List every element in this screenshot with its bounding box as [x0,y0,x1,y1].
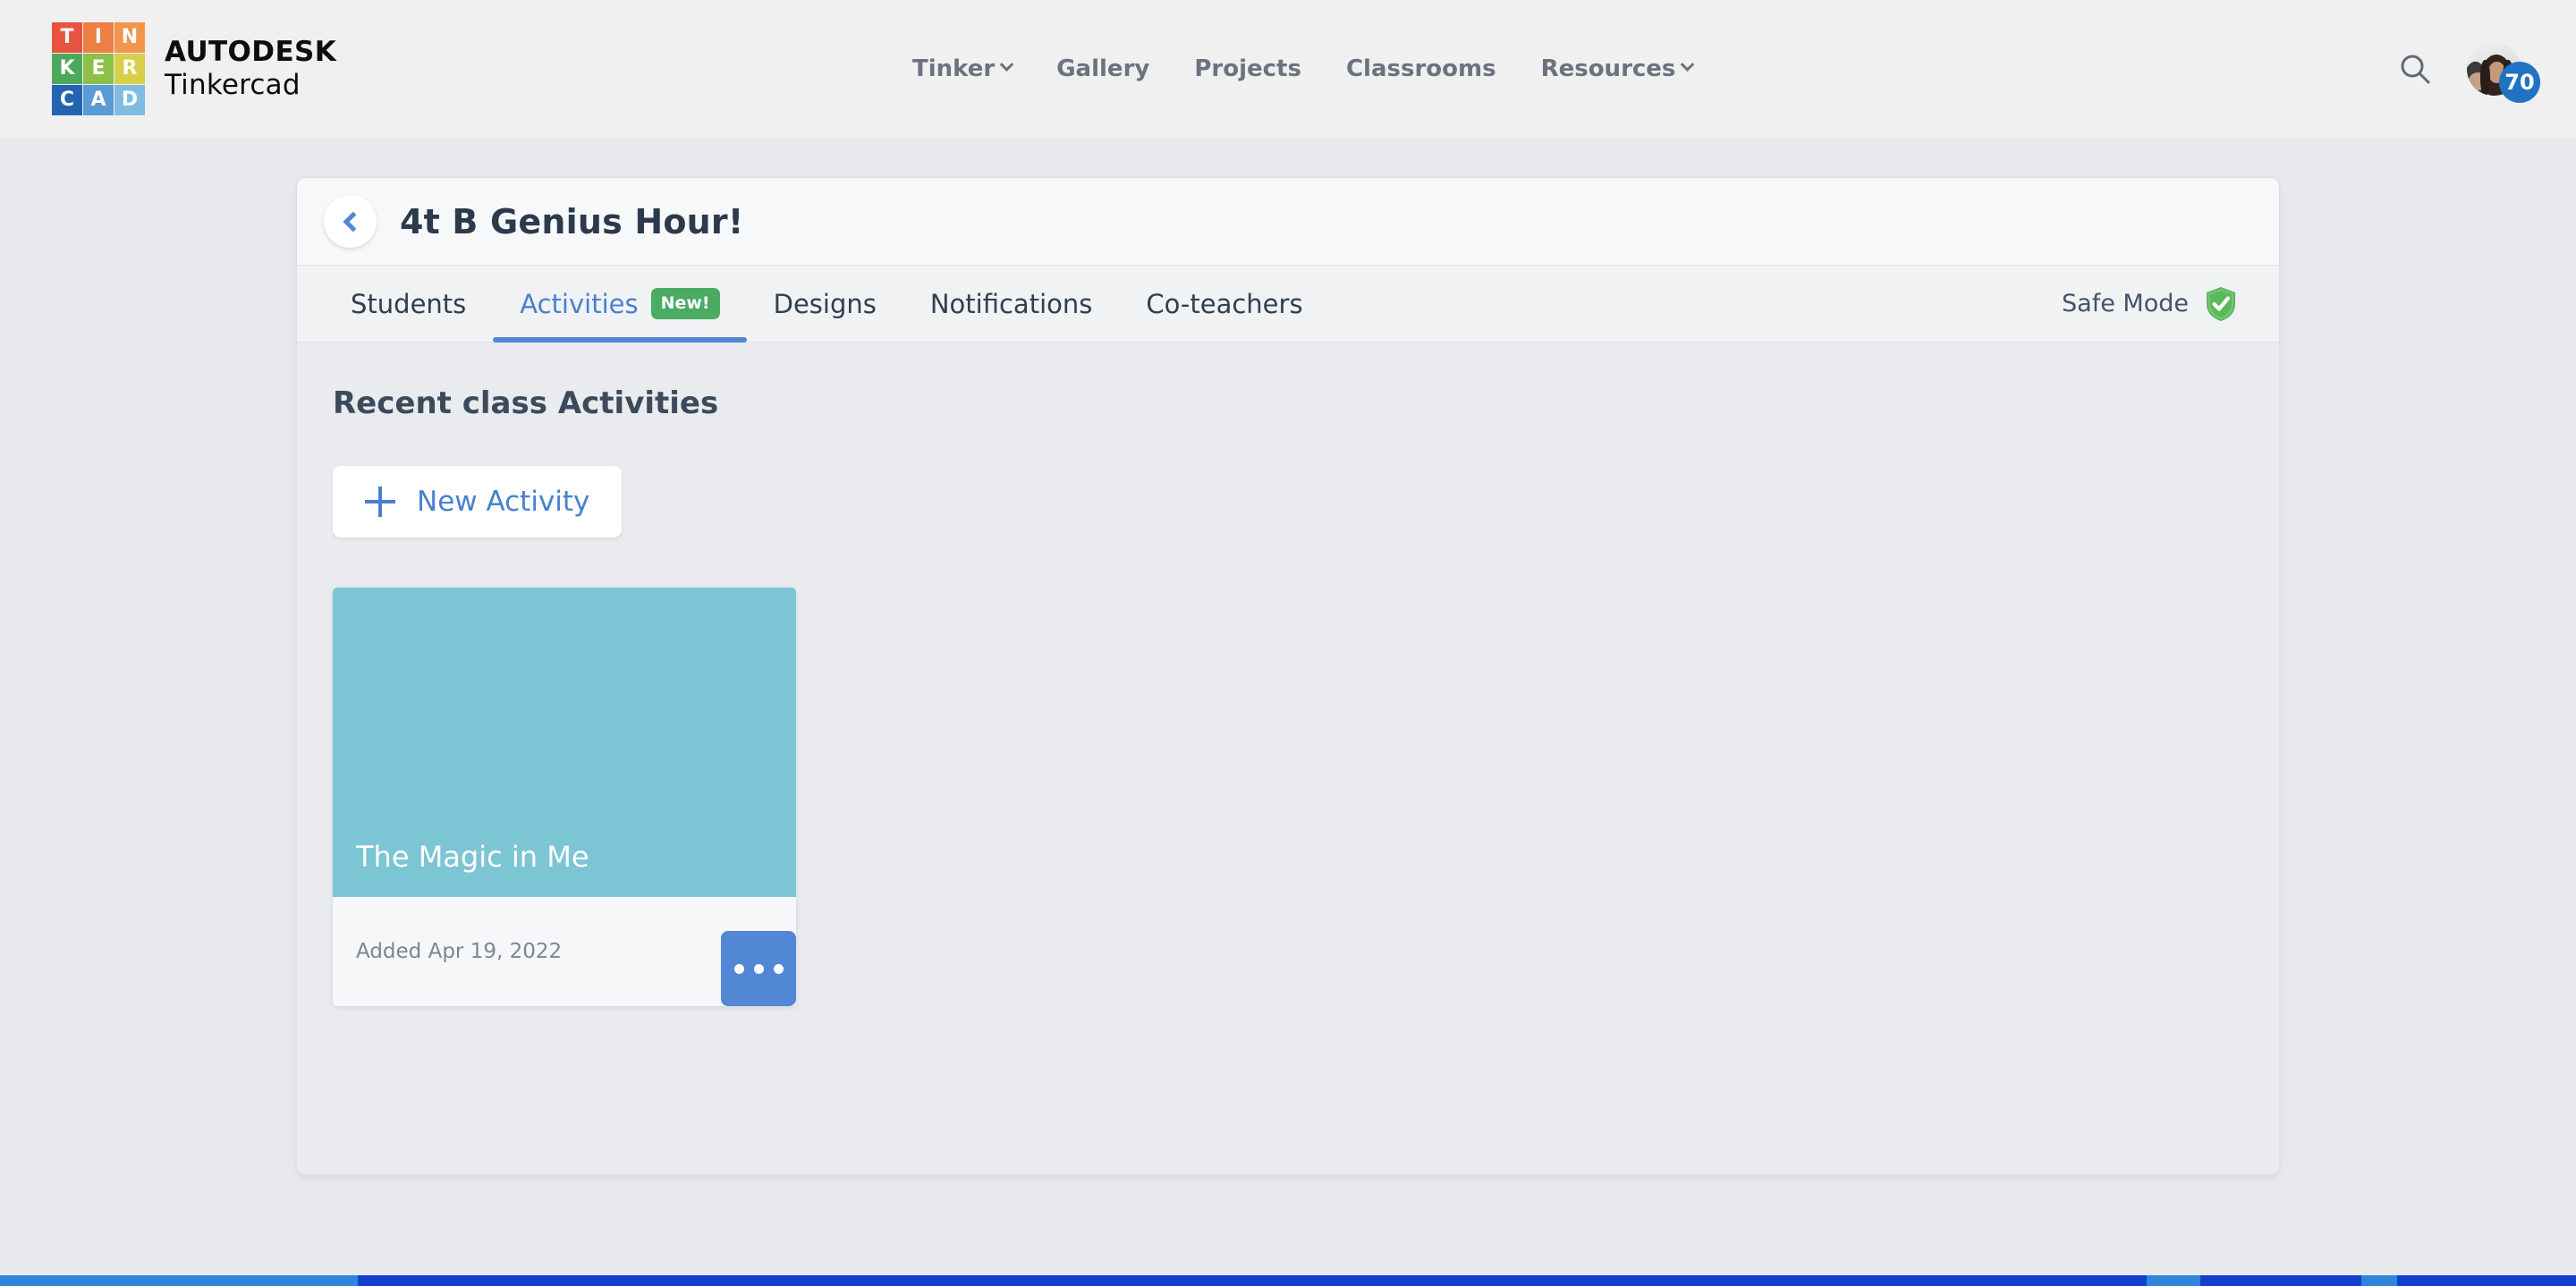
tab-label: Co-teachers [1146,288,1303,319]
logo-letter: E [91,56,106,80]
chevron-down-icon [999,57,1014,72]
main-navigation: Tinker Gallery Projects Classrooms Resou… [912,55,1695,82]
avatar[interactable]: 70 [2467,41,2540,103]
logo-cell-i: I [83,21,114,53]
strip-segment [0,1275,358,1286]
tab-bar: Students Activities New! Designs Notific… [297,266,2279,343]
strip-segment [2147,1275,2200,1286]
brand-logo-link[interactable]: T I N K E R C A D AUTODESK Tinkercad [52,21,336,115]
logo-letter: K [59,56,75,80]
nav-item-tinker[interactable]: Tinker [912,55,1014,82]
ellipsis-icon [733,963,744,974]
ellipsis-icon [753,963,764,974]
brand-autodesk-text: AUTODESK [165,35,337,68]
chevron-left-icon [343,211,363,232]
page-body: 4t B Genius Hour! Students Activities Ne… [0,137,2576,1286]
logo-cell-e: E [83,53,114,84]
shield-check-icon [2207,286,2235,321]
tab-label: Notifications [929,288,1093,319]
nav-item-gallery[interactable]: Gallery [1056,55,1149,82]
logo-cell-a: A [83,84,114,115]
brand-wordmark: AUTODESK Tinkercad [165,38,336,99]
new-activity-label: New Activity [417,486,590,518]
logo-letter: D [121,88,139,111]
section-title: Recent class Activities [333,385,719,421]
activities-grid: The Magic in Me Added Apr 19, 2022 [333,588,2279,1006]
browser-bottom-strip [0,1275,2576,1286]
logo-letter: C [59,88,75,111]
nav-item-resources[interactable]: Resources [1540,55,1695,82]
nav-item-projects[interactable]: Projects [1194,55,1301,82]
logo-cell-r: R [114,53,145,84]
strip-segment [358,1275,2147,1286]
activity-thumbnail: The Magic in Me [333,588,796,897]
safe-mode-label: Safe Mode [2062,290,2189,317]
plus-icon [365,486,395,517]
logo-letter: I [94,25,103,48]
new-activity-button[interactable]: New Activity [333,466,623,537]
logo-cell-n: N [114,21,145,53]
tab-students[interactable]: Students [324,266,493,343]
page-title: 4t B Genius Hour! [400,201,744,241]
panel-header: 4t B Genius Hour! [297,178,2279,266]
logo-cell-d: D [114,84,145,115]
tab-label: Designs [773,288,877,319]
ellipsis-icon [773,963,784,974]
nav-item-classrooms[interactable]: Classrooms [1346,55,1496,82]
topbar-right-group: 70 [2397,41,2540,103]
activity-title: The Magic in Me [356,840,589,874]
logo-cell-k: K [52,53,82,84]
nav-item-label: Resources [1540,55,1676,82]
tab-notifications[interactable]: Notifications [903,266,1120,343]
strip-segment [2200,1275,2361,1286]
logo-letter: N [121,25,139,48]
activity-card-footer: Added Apr 19, 2022 [333,897,796,1006]
logo-cell-t: T [52,21,82,53]
tab-activities[interactable]: Activities New! [493,266,747,343]
nav-item-label: Classrooms [1345,55,1496,82]
strip-segment [2361,1275,2397,1286]
logo-cell-c: C [52,84,82,115]
safe-mode-indicator[interactable]: Safe Mode [2062,285,2238,323]
logo-letter: A [90,88,106,111]
tinkercad-logo: T I N K E R C A D [52,21,145,115]
avatar-hair-left [2480,59,2490,96]
tab-label: Activities [520,288,639,319]
activity-card[interactable]: The Magic in Me Added Apr 19, 2022 [333,588,796,1006]
activity-added-date: Added Apr 19, 2022 [356,940,563,963]
strip-segment [2397,1275,2576,1286]
tab-new-badge: New! [650,288,720,319]
nav-item-label: Projects [1194,55,1301,82]
tab-label: Students [351,288,467,319]
classroom-panel: 4t B Genius Hour! Students Activities Ne… [296,177,2280,1175]
tab-designs[interactable]: Designs [747,266,903,343]
chevron-down-icon [1681,57,1695,72]
top-navigation-bar: T I N K E R C A D AUTODESK Tinkercad Tin… [0,0,2576,137]
back-button[interactable] [324,195,377,248]
nav-item-label: Tinker [912,55,996,82]
logo-letter: R [122,56,138,80]
nav-item-label: Gallery [1056,55,1150,82]
tab-co-teachers[interactable]: Co-teachers [1119,266,1329,343]
logo-letter: T [60,25,74,48]
search-icon[interactable] [2397,51,2433,87]
notification-count-badge[interactable]: 70 [2499,61,2540,103]
activity-options-button[interactable] [721,931,796,1006]
brand-tinkercad-text: Tinkercad [165,68,301,101]
panel-content: Recent class Activities New Activity The… [297,343,2279,1174]
